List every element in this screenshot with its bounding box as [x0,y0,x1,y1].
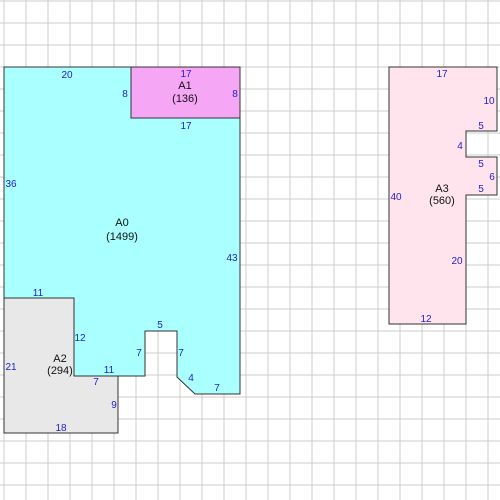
A2-bottom-dimension: 18 [55,423,67,434]
A2-left-dimension: 21 [5,362,17,373]
A3-right-low-dimension: 20 [451,256,463,267]
A0-inner-left-dimension: 8 [122,89,128,100]
A3-right-top-dimension: 10 [483,96,495,107]
A3-left-dimension: 40 [390,192,402,203]
floor-plan-canvas: A0 (1499) A1 (136) A2 (294) A3 (560) 20 … [0,0,500,500]
A3-bottom-dimension: 12 [420,314,432,325]
A0-left-dimension: 36 [5,179,17,190]
A3-notch-top-dimension: 5 [478,121,484,132]
A3-step-dimension: 5 [478,184,484,195]
A1-top-dimension: 17 [180,69,192,80]
A0-inner-bottom-dimension: 17 [180,121,192,132]
A3-notch-left-dimension: 4 [457,141,463,152]
area-A2-value: (294) [47,365,73,377]
area-A3-value: (560) [429,195,455,207]
A3-top-dimension: 17 [436,69,448,80]
A0-right-dimension: 43 [226,253,238,264]
A0-step-right-dimension: 11 [33,288,44,299]
A1-right-dimension: 8 [232,89,238,100]
A3-notch-bottom-dimension: 5 [478,159,484,170]
A0-bottom-dimension: 7 [214,383,220,394]
A0-notch-top-dimension: 5 [157,320,163,331]
area-A0-value: (1499) [106,231,138,243]
A0-top-dimension: 20 [61,70,73,81]
area-A2-name: A2 [53,353,66,365]
A0-step-bottom-dimension: 11 [104,365,115,376]
A0-bevel-dimension: 4 [188,373,194,384]
A2-right-dimension: 9 [111,400,117,411]
A3-side-dimension: 6 [489,172,495,183]
A0-notch-left-dimension: 7 [136,348,142,359]
floor-plan-svg: A0 (1499) A1 (136) A2 (294) A3 (560) 20 … [0,0,500,500]
A0-notch-right-dimension: 7 [178,348,184,359]
area-A0-name: A0 [115,217,128,229]
area-A3-name: A3 [435,183,448,195]
A0-step-left-dimension: 12 [74,333,86,344]
area-A1-name: A1 [178,80,191,92]
area-A1-value: (136) [172,93,198,105]
A2-inner-right-dimension: 7 [93,377,99,388]
